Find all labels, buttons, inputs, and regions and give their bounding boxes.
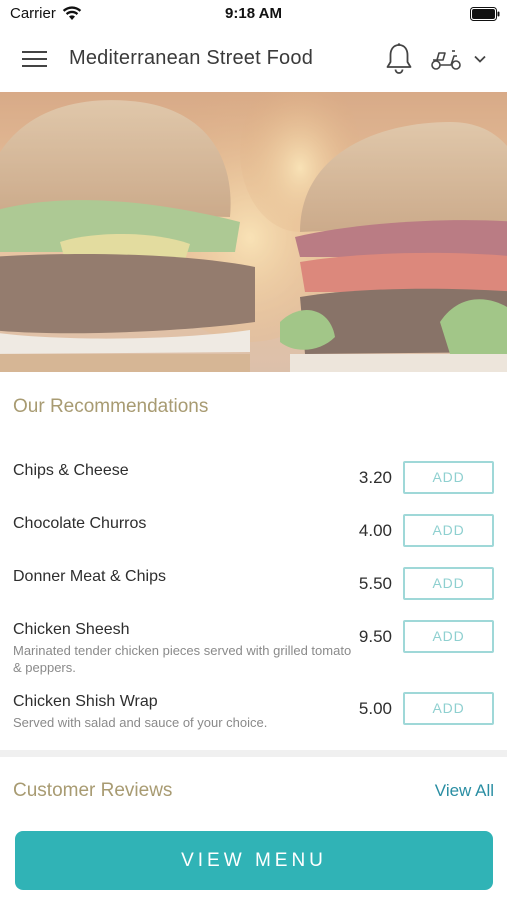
status-bar: Carrier 9:18 AM bbox=[0, 0, 507, 28]
add-button[interactable]: ADD bbox=[403, 514, 494, 547]
scooter-icon[interactable] bbox=[430, 47, 462, 71]
chevron-down-icon[interactable] bbox=[472, 53, 488, 65]
reviews-title: Customer Reviews bbox=[13, 780, 173, 801]
bell-icon[interactable] bbox=[385, 42, 413, 74]
section-divider bbox=[0, 750, 507, 757]
status-time: 9:18 AM bbox=[225, 5, 282, 22]
item-description: Served with salad and sauce of your choi… bbox=[13, 715, 268, 730]
add-button[interactable]: ADD bbox=[403, 620, 494, 653]
app-title: Mediterranean Street Food bbox=[69, 47, 314, 69]
battery-icon bbox=[470, 7, 500, 21]
item-name: Donner Meat & Chips bbox=[13, 568, 166, 585]
view-all-link[interactable]: View All bbox=[380, 781, 494, 801]
item-name: Chicken Shish Wrap bbox=[13, 693, 158, 710]
add-button[interactable]: ADD bbox=[403, 461, 494, 494]
item-price: 5.00 bbox=[358, 699, 392, 718]
recommendations-title: Our Recommendations bbox=[13, 396, 209, 417]
app-header: Mediterranean Street Food bbox=[0, 28, 507, 92]
view-menu-button[interactable]: VIEW MENU bbox=[15, 831, 493, 890]
hero-image bbox=[0, 92, 507, 372]
menu-icon[interactable] bbox=[22, 48, 48, 70]
item-price: 5.50 bbox=[358, 574, 392, 593]
add-button[interactable]: ADD bbox=[403, 692, 494, 725]
item-name: Chocolate Churros bbox=[13, 515, 147, 532]
add-button[interactable]: ADD bbox=[403, 567, 494, 600]
item-price: 4.00 bbox=[358, 521, 392, 540]
item-name: Chips & Cheese bbox=[13, 462, 129, 479]
item-name: Chicken Sheesh bbox=[13, 621, 130, 638]
item-price: 9.50 bbox=[358, 627, 392, 646]
item-description: Marinated tender chicken pieces served w… bbox=[13, 643, 352, 675]
item-price: 3.20 bbox=[358, 468, 392, 487]
